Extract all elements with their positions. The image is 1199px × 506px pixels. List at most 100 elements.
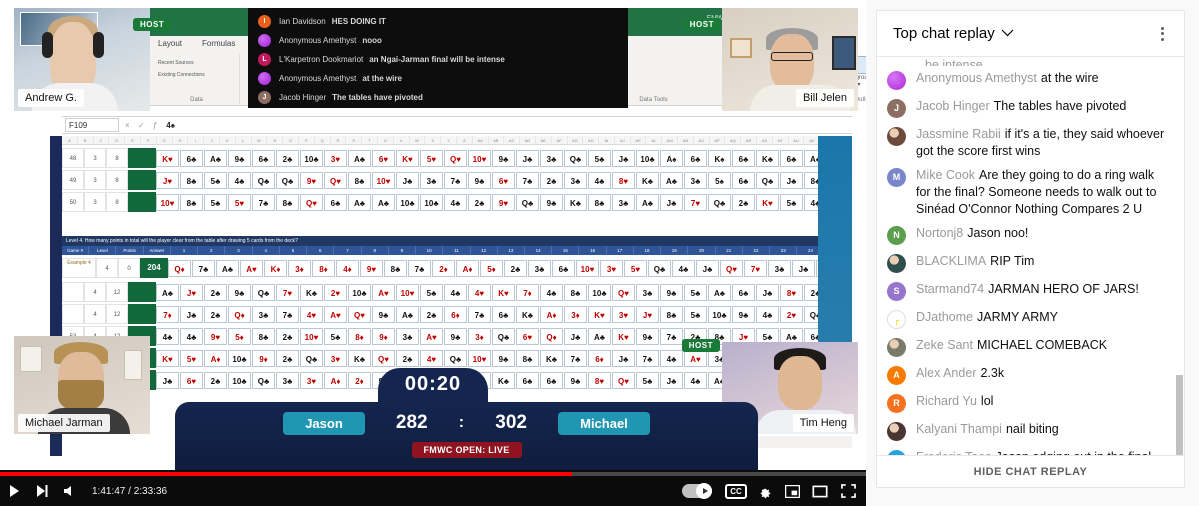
chat-message[interactable]: J Jacob Hinger The tables have pivoted [885,94,1172,122]
playing-card-cell[interactable]: Q♥ [300,193,323,211]
play-button[interactable] [0,476,28,506]
column-header-ar[interactable]: AR [741,136,758,144]
playing-card-cell[interactable]: A♦ [456,259,479,277]
chat-header[interactable]: Top chat replay [877,11,1184,57]
column-header-ad[interactable]: AD [520,136,536,144]
column-header-z[interactable]: Z [457,136,473,144]
playing-card-cell[interactable]: 9♥ [360,259,383,277]
playing-card-cell[interactable]: 9♥ [492,193,515,211]
playing-card-cell[interactable]: 6♦ [588,349,611,367]
playing-card-cell[interactable]: 7♣ [408,259,431,277]
player-controls[interactable]: 1:41:47 / 2:33:36 CC [0,476,866,506]
playing-card-cell[interactable]: Q♦ [540,327,563,345]
playing-card-cell[interactable]: A♣ [204,149,227,167]
playing-card-cell[interactable]: 9♣ [372,305,395,323]
cell-game-number[interactable]: 50 [62,192,84,212]
cell-level[interactable]: 4 [84,304,106,324]
column-header-n[interactable]: N [267,136,284,144]
playing-card-cell[interactable]: 6♥ [180,371,203,389]
playing-card-cell[interactable]: 6♣ [180,149,203,167]
chat-author[interactable]: Zeke Sant [916,338,973,352]
chat-author[interactable]: BLACKLIMA [916,254,986,268]
cell-points[interactable]: 8 [106,148,128,168]
playing-card-cell[interactable]: 8♦ [312,259,335,277]
playing-card-cell[interactable]: Q♣ [252,283,275,301]
column-header-al[interactable]: AL [646,136,663,144]
playing-card-cell[interactable]: 4♥ [420,349,443,367]
playing-card-cell[interactable]: A♦ [204,349,227,367]
chat-avatar[interactable] [887,127,906,146]
playing-card-cell[interactable]: 2♣ [204,371,227,389]
cell-answer[interactable]: 204 [140,258,168,278]
chat-scrollbar-thumb[interactable] [1176,375,1183,455]
chat-author[interactable]: Frederic Taes [916,450,992,455]
playing-card-cell[interactable]: 10♣ [708,305,731,323]
playing-card-cell[interactable]: K♥ [756,193,779,211]
playing-card-cell[interactable]: 2♦ [432,259,455,277]
playing-card-cell[interactable]: 3♣ [612,193,635,211]
playing-card-cell[interactable]: 3♦ [564,305,587,323]
chat-menu-kebab-icon[interactable] [1150,22,1174,46]
playing-card-cell[interactable]: Q♣ [252,371,275,389]
playing-card-cell[interactable]: 7♣ [636,349,659,367]
playing-card-cell[interactable]: 7♣ [192,259,215,277]
playing-card-cell[interactable]: 8♥ [612,171,635,189]
playing-card-cell[interactable]: Q♣ [564,149,587,167]
column-header-s[interactable]: S [346,136,363,144]
column-header-ag[interactable]: AG [568,136,584,144]
playing-card-cell[interactable]: A♥ [420,327,443,345]
ribbon-recent-sources[interactable]: Recent Sources [158,60,194,66]
chat-avatar[interactable] [887,71,906,90]
playing-card-cell[interactable]: 3♦ [468,327,491,345]
playing-card-cell[interactable]: 8♣ [252,327,275,345]
playing-card-cell[interactable]: 3♥ [324,349,347,367]
playing-card-cell[interactable]: 9♥ [204,327,227,345]
next-video-button[interactable] [28,476,56,506]
column-header-i[interactable]: I [188,136,205,144]
chat-message[interactable]: A Alex Ander 2.3k [885,361,1172,389]
table-row[interactable]: 4 12 7♦ J♣ 2♣ Q♦ 3♣ 7♣ 4♥ A♥ Q♥ 9♣ A♣ 2♣ 6♦ 7♣ 6♣ K♣ A♦ 3♦ K… [62,304,852,324]
playing-card-cell[interactable]: 8♦ [348,327,371,345]
playing-card-cell[interactable]: 5♣ [324,327,347,345]
cell-level[interactable]: 3 [84,148,106,168]
playing-card-cell[interactable]: J♣ [660,193,683,211]
playing-card-cell[interactable]: A♣ [708,283,731,301]
chat-scroll-area[interactable]: be intense Anonymous Amethyst at the wire… [877,57,1184,455]
playing-card-cell[interactable]: 4♥ [300,305,323,323]
playing-card-cell[interactable]: 9♣ [540,193,563,211]
playing-card-cell[interactable]: 5♣ [420,283,443,301]
table-row[interactable]: 4 12 A♣ J♥ 2♣ 9♣ Q♣ 7♥ K♣ 2♥ 10♣ A♥ 10♥ 5♣ 4♣ 4♥ K♥ 7♦ 4♣ 8… [62,282,852,302]
playing-card-cell[interactable]: K♣ [540,349,563,367]
fullscreen-button[interactable] [834,476,862,506]
chat-avatar[interactable] [887,254,906,274]
cell-level[interactable]: 4 [96,258,118,278]
miniplayer-button[interactable] [778,476,806,506]
video-stage[interactable]: FMWC_Open_Final - Excel M Layout Formula… [0,0,866,470]
playing-card-cell[interactable]: 2♣ [732,193,755,211]
theater-mode-button[interactable] [806,476,834,506]
column-header-o[interactable]: O [283,136,299,144]
playing-card-cell[interactable]: 2♣ [276,349,299,367]
playing-card-cell[interactable]: Q♣ [648,259,671,277]
table-row[interactable]: 49 3 8 J♥ 8♣ 5♣ 4♣ Q♣ Q♣ 9♥ Q♥ 8♣ 10♥ J♣ 3♣ 7♣ 9♣ 6♥ 7♣ 2♣ 3… [62,170,852,190]
playing-card-cell[interactable]: 4♣ [756,305,779,323]
cell-level[interactable]: 3 [84,170,106,190]
playing-card-cell[interactable]: 8♣ [564,283,587,301]
table-row[interactable]: 50 3 8 10♥ 8♣ 5♣ 5♥ 7♣ 8♣ Q♥ 6♣ A♣ A♣ 10♣ 10♣ 4♣ 2♣ 9♥ Q♣ 9… [62,192,852,212]
playing-card-cell[interactable]: Q♣ [492,327,515,345]
cell-answer[interactable] [128,148,156,168]
chat-avatar[interactable]: S [887,282,906,302]
playing-card-cell[interactable]: 10♥ [468,149,491,167]
playing-card-cell[interactable]: K♠ [708,149,731,167]
cell-answer[interactable] [128,304,156,324]
playing-card-cell[interactable]: A♣ [588,327,611,345]
playing-card-cell[interactable]: 4♣ [684,371,707,389]
playing-card-cell[interactable]: 2♥ [324,283,347,301]
playing-card-cell[interactable]: 10♣ [396,193,419,211]
column-header-l[interactable]: L [236,136,252,144]
playing-card-cell[interactable]: J♣ [756,283,779,301]
ribbon-tab-formulas[interactable]: Formulas [202,39,235,48]
cell-level[interactable]: 4 [84,282,106,302]
playing-card-cell[interactable]: 10♣ [228,349,251,367]
playing-card-cell[interactable]: K♥ [612,327,635,345]
